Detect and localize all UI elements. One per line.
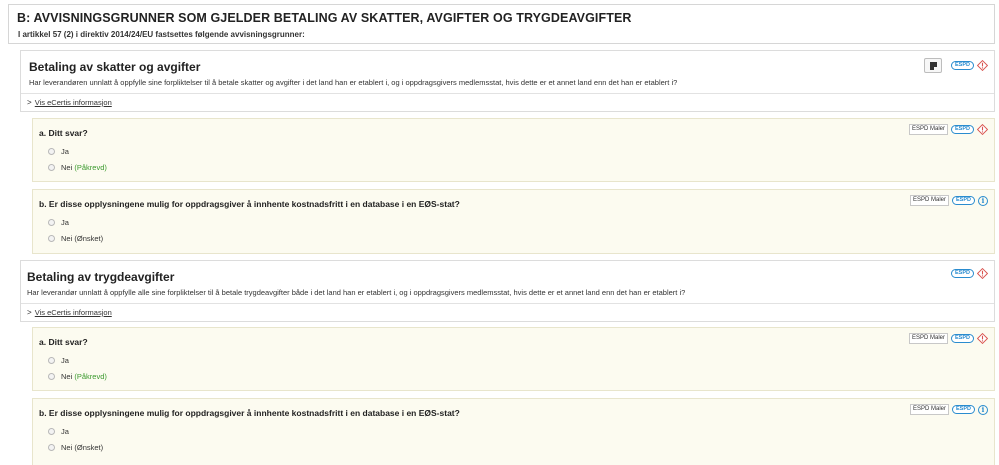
radio-button[interactable] <box>48 148 55 155</box>
question-title: b. Er disse opplysningene mulig for oppd… <box>39 408 460 418</box>
warning-icon <box>977 124 988 135</box>
radio-button[interactable] <box>48 235 55 242</box>
espd-badge: ESPD <box>952 405 975 414</box>
question-tags: ESPD Maler ESPD i <box>910 404 988 415</box>
option-label: Ja <box>61 218 69 227</box>
question-card: a. Ditt svar? ESPD Maler ESPD Ja Nei (På… <box>32 118 995 182</box>
radio-option-nei[interactable]: Nei (Ønsket) <box>48 443 103 452</box>
warning-icon <box>977 268 988 279</box>
option-label: Nei <box>61 234 73 243</box>
chevron-right-icon: > <box>27 308 32 317</box>
optional-hint: (Ønsket) <box>74 234 104 243</box>
question-title: b. Er disse opplysningene mulig for oppd… <box>39 199 460 209</box>
radio-option-nei[interactable]: Nei (Påkrevd) <box>48 372 107 381</box>
radio-option-ja[interactable]: Ja <box>48 427 69 436</box>
warning-icon <box>977 60 988 71</box>
option-label: Nei <box>61 443 73 452</box>
option-label: Ja <box>61 356 69 365</box>
question-title: a. Ditt svar? <box>39 337 88 347</box>
ecertis-toggle[interactable]: > Vis eCertis informasjon <box>27 308 112 317</box>
espd-maler-button[interactable]: ESPD Maler <box>909 124 949 135</box>
criterion-description: Har leverandør unnlatt å oppfylle alle s… <box>27 288 686 297</box>
question-card: b. Er disse opplysningene mulig for oppd… <box>32 189 995 254</box>
info-icon: i <box>978 195 988 206</box>
question-tags: ESPD Maler ESPD i <box>910 195 988 206</box>
radio-button[interactable] <box>48 373 55 380</box>
warning-icon <box>977 333 988 344</box>
radio-button[interactable] <box>48 219 55 226</box>
espd-maler-button[interactable]: ESPD Maler <box>910 404 950 415</box>
espd-badge: ESPD <box>951 269 974 278</box>
criterion-block-taxes: Betaling av skatter og avgifter Har leve… <box>20 50 995 112</box>
option-label: Nei <box>61 372 73 381</box>
required-hint: (Påkrevd) <box>74 163 107 172</box>
divider <box>21 303 994 304</box>
radio-button[interactable] <box>48 428 55 435</box>
criterion-tags: ESPD <box>951 268 988 279</box>
radio-button[interactable] <box>48 357 55 364</box>
question-title: a. Ditt svar? <box>39 128 88 138</box>
option-label: Ja <box>61 147 69 156</box>
section-subtitle: I artikkel 57 (2) i direktiv 2014/24/EU … <box>18 30 305 39</box>
chevron-right-icon: > <box>27 98 32 107</box>
radio-button[interactable] <box>48 164 55 171</box>
question-tags: ESPD Maler ESPD <box>909 124 988 135</box>
section-title: B: AVVISNINGSGRUNNER SOM GJELDER BETALIN… <box>17 11 632 25</box>
radio-option-nei[interactable]: Nei (Påkrevd) <box>48 163 107 172</box>
radio-option-nei[interactable]: Nei (Ønsket) <box>48 234 103 243</box>
question-card: b. Er disse opplysningene mulig for oppd… <box>32 398 995 465</box>
espd-maler-button[interactable]: ESPD Maler <box>909 333 949 344</box>
criterion-title: Betaling av skatter og avgifter <box>29 60 201 74</box>
espd-badge: ESPD <box>951 61 974 70</box>
question-card: a. Ditt svar? ESPD Maler ESPD Ja Nei (På… <box>32 327 995 391</box>
espd-badge: ESPD <box>951 125 974 134</box>
criterion-description: Har leverandøren unnlatt å oppfylle sine… <box>29 78 678 87</box>
option-label: Nei <box>61 163 73 172</box>
option-label: Ja <box>61 427 69 436</box>
ecertis-toggle[interactable]: > Vis eCertis informasjon <box>27 98 112 107</box>
criterion-title: Betaling av trygdeavgifter <box>27 270 175 284</box>
radio-button[interactable] <box>48 444 55 451</box>
question-tags: ESPD Maler ESPD <box>909 333 988 344</box>
criterion-block-social-security: Betaling av trygdeavgifter Har leverandø… <box>20 260 995 322</box>
espd-maler-button[interactable]: ESPD Maler <box>910 195 950 206</box>
info-icon: i <box>978 404 988 415</box>
required-hint: (Påkrevd) <box>74 372 107 381</box>
optional-hint: (Ønsket) <box>74 443 104 452</box>
section-header: B: AVVISNINGSGRUNNER SOM GJELDER BETALIN… <box>8 4 995 44</box>
espd-badge: ESPD <box>951 334 974 343</box>
radio-option-ja[interactable]: Ja <box>48 218 69 227</box>
radio-option-ja[interactable]: Ja <box>48 356 69 365</box>
criterion-tags: ESPD <box>924 58 988 73</box>
document-button[interactable] <box>924 58 943 73</box>
divider <box>21 93 994 94</box>
ecertis-link[interactable]: Vis eCertis informasjon <box>35 98 112 107</box>
radio-option-ja[interactable]: Ja <box>48 147 69 156</box>
document-icon <box>929 61 937 70</box>
espd-badge: ESPD <box>952 196 975 205</box>
ecertis-link[interactable]: Vis eCertis informasjon <box>35 308 112 317</box>
